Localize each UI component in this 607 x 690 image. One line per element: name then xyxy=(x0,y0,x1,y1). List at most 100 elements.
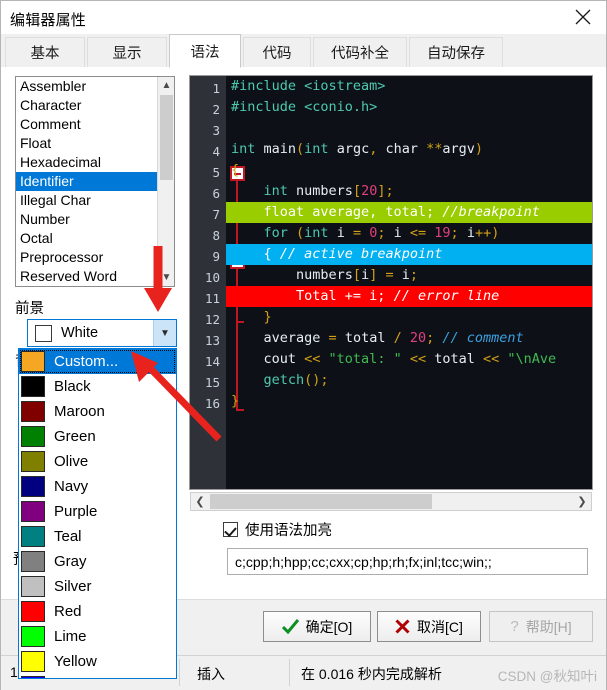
help-button-label: 帮助[H] xyxy=(525,618,572,635)
cancel-button[interactable]: 取消[C] xyxy=(377,611,481,642)
cross-icon xyxy=(395,619,410,634)
dropdown-item[interactable]: Blue xyxy=(19,674,176,678)
code-line: } xyxy=(231,393,240,409)
foreground-color-combo[interactable]: White ▼ xyxy=(27,319,177,347)
dropdown-item[interactable]: Yellow xyxy=(19,649,176,674)
checkbox-icon[interactable] xyxy=(223,522,238,537)
dropdown-item[interactable]: Purple xyxy=(19,499,176,524)
line-number: 16 xyxy=(204,396,220,411)
editor-horizontal-scrollbar[interactable]: ❮ ❯ xyxy=(190,492,592,511)
ok-button[interactable]: 确定[O] xyxy=(263,611,371,642)
line-number: 2 xyxy=(212,102,220,117)
color-swatch xyxy=(21,376,45,397)
list-item[interactable]: Hexadecimal xyxy=(16,153,174,172)
dropdown-item-label: Black xyxy=(54,378,91,395)
scrollbar-thumb[interactable] xyxy=(160,95,173,180)
list-item[interactable]: Comment xyxy=(16,115,174,134)
code-line-error: Total += i; // error line xyxy=(226,286,592,307)
code-line: { xyxy=(231,162,240,178)
line-number: 10 xyxy=(204,270,220,285)
watermark: CSDN @秋知叶i xyxy=(497,669,597,684)
use-syntax-highlight-checkbox[interactable]: 使用语法加亮 xyxy=(223,519,332,540)
chevron-right-icon[interactable]: ❯ xyxy=(573,493,591,510)
dropdown-item[interactable]: Navy xyxy=(19,474,176,499)
color-swatch xyxy=(35,324,52,342)
list-item[interactable]: Float xyxy=(16,134,174,153)
chevron-down-icon[interactable]: ▼ xyxy=(153,320,176,346)
list-scrollbar[interactable]: ▲ ▼ xyxy=(157,77,174,286)
editor-properties-dialog: 编辑器属性 基本 显示 语法 代码 代码补全 自动保存 Assembler Ch… xyxy=(0,0,607,690)
foreground-color-value: White xyxy=(61,325,99,341)
tab-code[interactable]: 代码 xyxy=(243,37,311,67)
line-number-gutter: 1 2 3 4 5 6 7 8 9 10 11 12 13 14 15 16 xyxy=(190,76,226,489)
close-icon[interactable] xyxy=(560,1,606,32)
dropdown-item-label: Purple xyxy=(54,503,98,520)
color-dropdown-list[interactable]: Custom... Black Maroon Green Olive Navy … xyxy=(18,348,177,679)
line-number: 8 xyxy=(212,228,220,243)
chevron-up-icon[interactable]: ▲ xyxy=(158,77,174,94)
tab-syntax[interactable]: 语法 xyxy=(169,34,241,68)
list-item[interactable]: Preprocessor xyxy=(16,248,174,267)
code-line: #include <iostream> xyxy=(231,78,386,94)
ok-button-label: 确定[O] xyxy=(305,618,353,635)
title-bar: 编辑器属性 xyxy=(1,1,606,34)
dropdown-item[interactable]: Olive xyxy=(19,449,176,474)
code-line: int numbers[20]; xyxy=(231,183,394,199)
code-line: for (int i = 0; i <= 19; i++) xyxy=(231,225,500,241)
tab-basic[interactable]: 基本 xyxy=(5,37,85,67)
line-number: 3 xyxy=(212,123,220,138)
page-title: 编辑器属性 xyxy=(10,12,87,29)
dropdown-item[interactable]: Red xyxy=(19,599,176,624)
dropdown-item-label: Gray xyxy=(54,553,87,570)
list-item[interactable]: Number xyxy=(16,210,174,229)
chevron-left-icon[interactable]: ❮ xyxy=(191,493,209,510)
file-extensions-input[interactable]: c;cpp;h;hpp;cc;cxx;cp;hp;rh;fx;inl;tcc;w… xyxy=(227,548,588,575)
color-swatch xyxy=(21,526,45,547)
color-swatch xyxy=(21,351,45,372)
chevron-down-icon[interactable]: ▼ xyxy=(158,269,174,286)
code-line-active-breakpoint: { // active breakpoint xyxy=(226,244,592,265)
dropdown-item-custom[interactable]: Custom... xyxy=(19,349,176,374)
code-line: #include <conio.h> xyxy=(231,99,378,115)
status-insert-mode: 插入 xyxy=(197,666,225,682)
code-preview[interactable]: 1 2 3 4 5 6 7 8 9 10 11 12 13 14 15 16 #… xyxy=(189,75,593,490)
check-icon xyxy=(281,619,299,634)
scrollbar-thumb[interactable] xyxy=(210,494,432,509)
code-text-area[interactable]: #include <iostream> #include <conio.h> i… xyxy=(226,76,592,489)
list-item[interactable]: Octal xyxy=(16,229,174,248)
tab-autosave[interactable]: 自动保存 xyxy=(409,37,503,67)
status-line-number: 1 xyxy=(10,664,18,680)
status-divider xyxy=(179,659,180,686)
dropdown-item[interactable]: Maroon xyxy=(19,399,176,424)
list-item[interactable]: Assembler xyxy=(16,77,174,96)
status-divider xyxy=(289,659,290,686)
syntax-element-list[interactable]: Assembler Character Comment Float Hexade… xyxy=(15,76,175,287)
dropdown-item[interactable]: Teal xyxy=(19,524,176,549)
color-swatch xyxy=(21,626,45,647)
dropdown-item[interactable]: Silver xyxy=(19,574,176,599)
list-item-selected[interactable]: Identifier xyxy=(16,172,174,191)
dropdown-item-label: Maroon xyxy=(54,403,105,420)
tab-bar: 基本 显示 语法 代码 代码补全 自动保存 xyxy=(1,34,606,68)
list-item[interactable]: Illegal Char xyxy=(16,191,174,210)
dropdown-item-label: Olive xyxy=(54,453,89,470)
dropdown-item[interactable]: Green xyxy=(19,424,176,449)
dropdown-item[interactable]: Black xyxy=(19,374,176,399)
dropdown-item-label: Silver xyxy=(54,578,92,595)
status-parse-time: 在 0.016 秒内完成解析 xyxy=(301,666,442,682)
color-swatch xyxy=(21,576,45,597)
dropdown-item[interactable]: Gray xyxy=(19,549,176,574)
code-line: getch(); xyxy=(231,372,329,388)
code-line: average = total / 20; // comment xyxy=(231,330,524,346)
tab-completion[interactable]: 代码补全 xyxy=(313,37,407,67)
tab-display[interactable]: 显示 xyxy=(87,37,167,67)
dropdown-item[interactable]: Lime xyxy=(19,624,176,649)
dropdown-item-label: Custom... xyxy=(54,353,119,370)
list-item[interactable]: Character xyxy=(16,96,174,115)
dropdown-item-label: Green xyxy=(54,428,96,445)
line-number: 9 xyxy=(212,249,220,264)
cancel-button-label: 取消[C] xyxy=(417,618,463,635)
list-item[interactable]: Reserved Word xyxy=(16,267,174,286)
code-line: int main(int argc, char **argv) xyxy=(231,141,484,157)
line-number: 15 xyxy=(204,375,220,390)
